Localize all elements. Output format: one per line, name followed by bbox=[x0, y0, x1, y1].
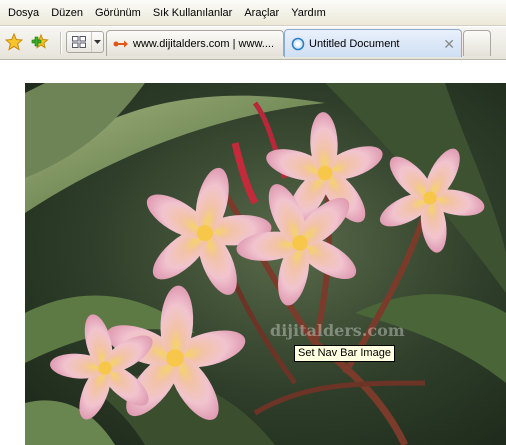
ie-page-icon bbox=[291, 37, 305, 50]
menu-bar: Dosya Düzen Görünüm Sık Kullanılanlar Ar… bbox=[0, 0, 506, 26]
watermark-text: dijitalders.com bbox=[270, 321, 405, 340]
flower-photo: dijitalders.com bbox=[25, 83, 506, 445]
add-favorite-button[interactable] bbox=[29, 31, 51, 53]
add-star-icon bbox=[31, 33, 49, 49]
page-arrow-icon bbox=[113, 40, 128, 47]
new-tab-button[interactable] bbox=[463, 30, 491, 56]
page-content: dijitalders.com Set Nav Bar Image bbox=[0, 61, 506, 445]
menu-file[interactable]: Dosya bbox=[2, 3, 45, 23]
plumeria-image bbox=[25, 83, 506, 445]
menu-help[interactable]: Yardım bbox=[285, 3, 332, 23]
close-tab-button[interactable]: ✕ bbox=[443, 37, 455, 51]
menu-tools[interactable]: Araçlar bbox=[238, 3, 285, 23]
tab-dijitalders[interactable]: www.dijitalders.com | www.... bbox=[106, 30, 284, 56]
favorites-center-button[interactable] bbox=[3, 31, 25, 53]
toolbar-separator bbox=[60, 32, 62, 54]
grid-icon bbox=[72, 36, 86, 48]
tab-untitled-document[interactable]: Untitled Document ✕ bbox=[284, 29, 462, 57]
menu-view[interactable]: Görünüm bbox=[89, 3, 147, 23]
tab-title: www.dijitalders.com | www.... bbox=[133, 37, 275, 50]
menu-edit[interactable]: Düzen bbox=[45, 3, 89, 23]
tab-list-dropdown[interactable] bbox=[92, 32, 103, 52]
tooltip: Set Nav Bar Image bbox=[294, 345, 395, 362]
quick-tabs-grid[interactable] bbox=[67, 32, 92, 52]
quick-tabs-button[interactable] bbox=[66, 31, 104, 53]
menu-favorites[interactable]: Sık Kullanılanlar bbox=[147, 3, 239, 23]
tab-title: Untitled Document bbox=[309, 37, 400, 50]
tab-bar: www.dijitalders.com | www.... Untitled D… bbox=[0, 27, 506, 60]
chevron-down-icon bbox=[94, 40, 101, 44]
star-icon bbox=[5, 33, 23, 51]
